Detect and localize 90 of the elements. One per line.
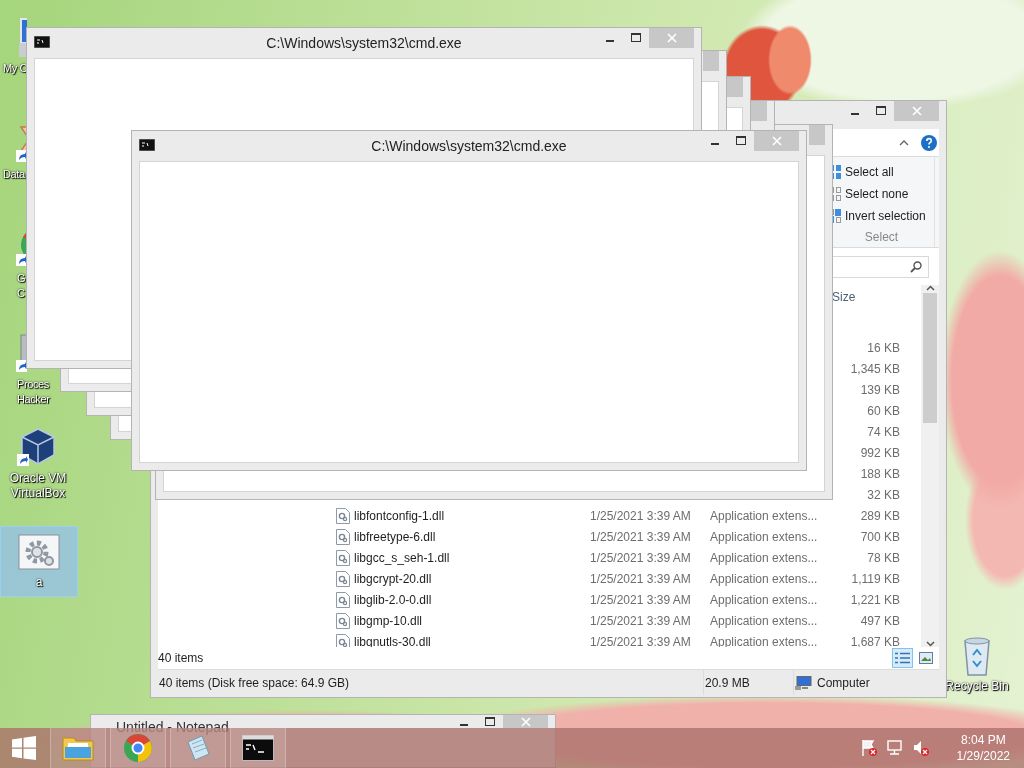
type-cell: Application extens... (710, 592, 818, 607)
file-name[interactable]: libgmp-10.dll (354, 613, 423, 628)
size-cell: 139 KB (860, 382, 900, 397)
date-cell: 1/25/2021 3:39 AM (590, 613, 691, 628)
window-title: C:\Windows\system32\cmd.exe (371, 138, 567, 154)
search-icon (910, 260, 922, 273)
cmd-icon (242, 735, 274, 761)
type-cell: Application extens... (710, 550, 818, 565)
icon-label: Oracle VM VirtualBox (9, 471, 67, 501)
date-cell: 1/25/2021 3:39 AM (590, 634, 691, 647)
size-cell: 188 KB (860, 466, 900, 481)
type-cell: Application extens... (710, 613, 818, 628)
view-button[interactable] (892, 648, 913, 668)
status-text: Computer (817, 675, 870, 690)
size-cell: 700 KB (860, 529, 900, 544)
size-cell: 32 KB (867, 487, 900, 502)
type-cell: Application extens... (710, 571, 818, 586)
maximize-icon (876, 106, 886, 116)
file-name[interactable]: libfreetype-6.dll (354, 529, 436, 544)
minimize-icon (711, 143, 719, 145)
notepad-icon (184, 734, 212, 762)
windows-logo-icon (12, 736, 36, 760)
item-count: 40 items (158, 651, 204, 665)
close-icon (520, 716, 531, 727)
size-cell: 78 KB (867, 550, 900, 565)
details-view-icon (895, 652, 910, 664)
scrollbar[interactable] (921, 285, 939, 647)
dll-file-icon (336, 570, 350, 587)
size-cell: 1,221 KB (850, 592, 900, 607)
maximize-icon (485, 716, 495, 727)
window-title: Untitled - Notepad (116, 719, 229, 735)
scroll-up-icon[interactable] (925, 285, 935, 291)
minimize-icon (851, 113, 859, 115)
file-name[interactable]: libfontconfig-1.dll (354, 508, 445, 523)
close-icon (666, 33, 677, 43)
size-cell: 60 KB (867, 403, 900, 418)
date-cell: 1/25/2021 3:39 AM (590, 592, 691, 607)
size-cell: 289 KB (860, 508, 900, 523)
file-name[interactable]: libglib-2.0-0.dll (354, 592, 432, 607)
search-field[interactable] (831, 255, 929, 278)
window-title: C:\Windows\system32\cmd.exe (266, 35, 462, 51)
large-icons-view-icon (918, 652, 933, 664)
maximize-icon (631, 33, 641, 43)
date-cell: 1/25/2021 3:39 AM (590, 508, 691, 523)
scroll-thumb[interactable] (923, 293, 937, 423)
icon-label: a (35, 575, 43, 590)
size-cell: 74 KB (867, 424, 900, 439)
icon-label: Recycle Bin (945, 679, 1009, 694)
size-cell: 992 KB (860, 445, 900, 460)
size-cell: 1,345 KB (850, 361, 900, 376)
column-header[interactable]: Size (832, 290, 856, 304)
close-icon (911, 106, 922, 116)
type-cell: Application extens... (710, 529, 818, 544)
icon-label: Proces Hacker (17, 377, 50, 407)
close-icon (771, 136, 782, 146)
help-icon[interactable] (921, 134, 937, 151)
date-cell: 1/25/2021 3:39 AM (590, 571, 691, 586)
cmd-icon (139, 138, 155, 151)
status-text: 40 items (Disk free space: 64.9 GB) (159, 675, 350, 690)
maximize-icon (736, 136, 746, 146)
gear-icon (17, 531, 61, 573)
file-name[interactable]: libgcrypt-20.dll (354, 571, 432, 586)
size-cell: 1,119 KB (851, 571, 900, 586)
date-cell: 1/25/2021 3:39 AM (590, 550, 691, 565)
muted-speaker-icon (911, 739, 930, 757)
dll-file-icon (336, 591, 350, 608)
icon-label: G C (17, 271, 26, 301)
date-cell: 1/25/2021 3:39 AM (590, 529, 691, 544)
dll-file-icon (336, 528, 350, 545)
size-cell: 497 KB (860, 613, 900, 628)
size-cell: 1,687 KB (850, 634, 900, 647)
tray-button[interactable] (884, 738, 905, 758)
type-cell: Application extens... (710, 508, 818, 523)
file-name[interactable]: libgcc_s_seh-1.dll (354, 550, 450, 565)
dll-file-icon (336, 507, 350, 524)
dll-file-icon (336, 612, 350, 629)
minimize-icon (606, 40, 614, 42)
collapse-ribbon-icon[interactable] (899, 139, 909, 146)
flag-icon (859, 739, 878, 757)
size-cell: 16 KB (867, 340, 900, 355)
folder-icon (62, 734, 94, 762)
dll-file-icon (336, 549, 350, 566)
scroll-down-icon[interactable] (925, 641, 935, 647)
ribbon-group-label: Select (863, 230, 900, 244)
network-icon (885, 739, 904, 757)
icon-label: Data (3, 167, 25, 182)
cmd-icon (34, 35, 50, 48)
taskbar-button[interactable] (230, 728, 286, 768)
minimize-icon (460, 723, 468, 726)
status-text: 20.9 MB (705, 675, 750, 690)
